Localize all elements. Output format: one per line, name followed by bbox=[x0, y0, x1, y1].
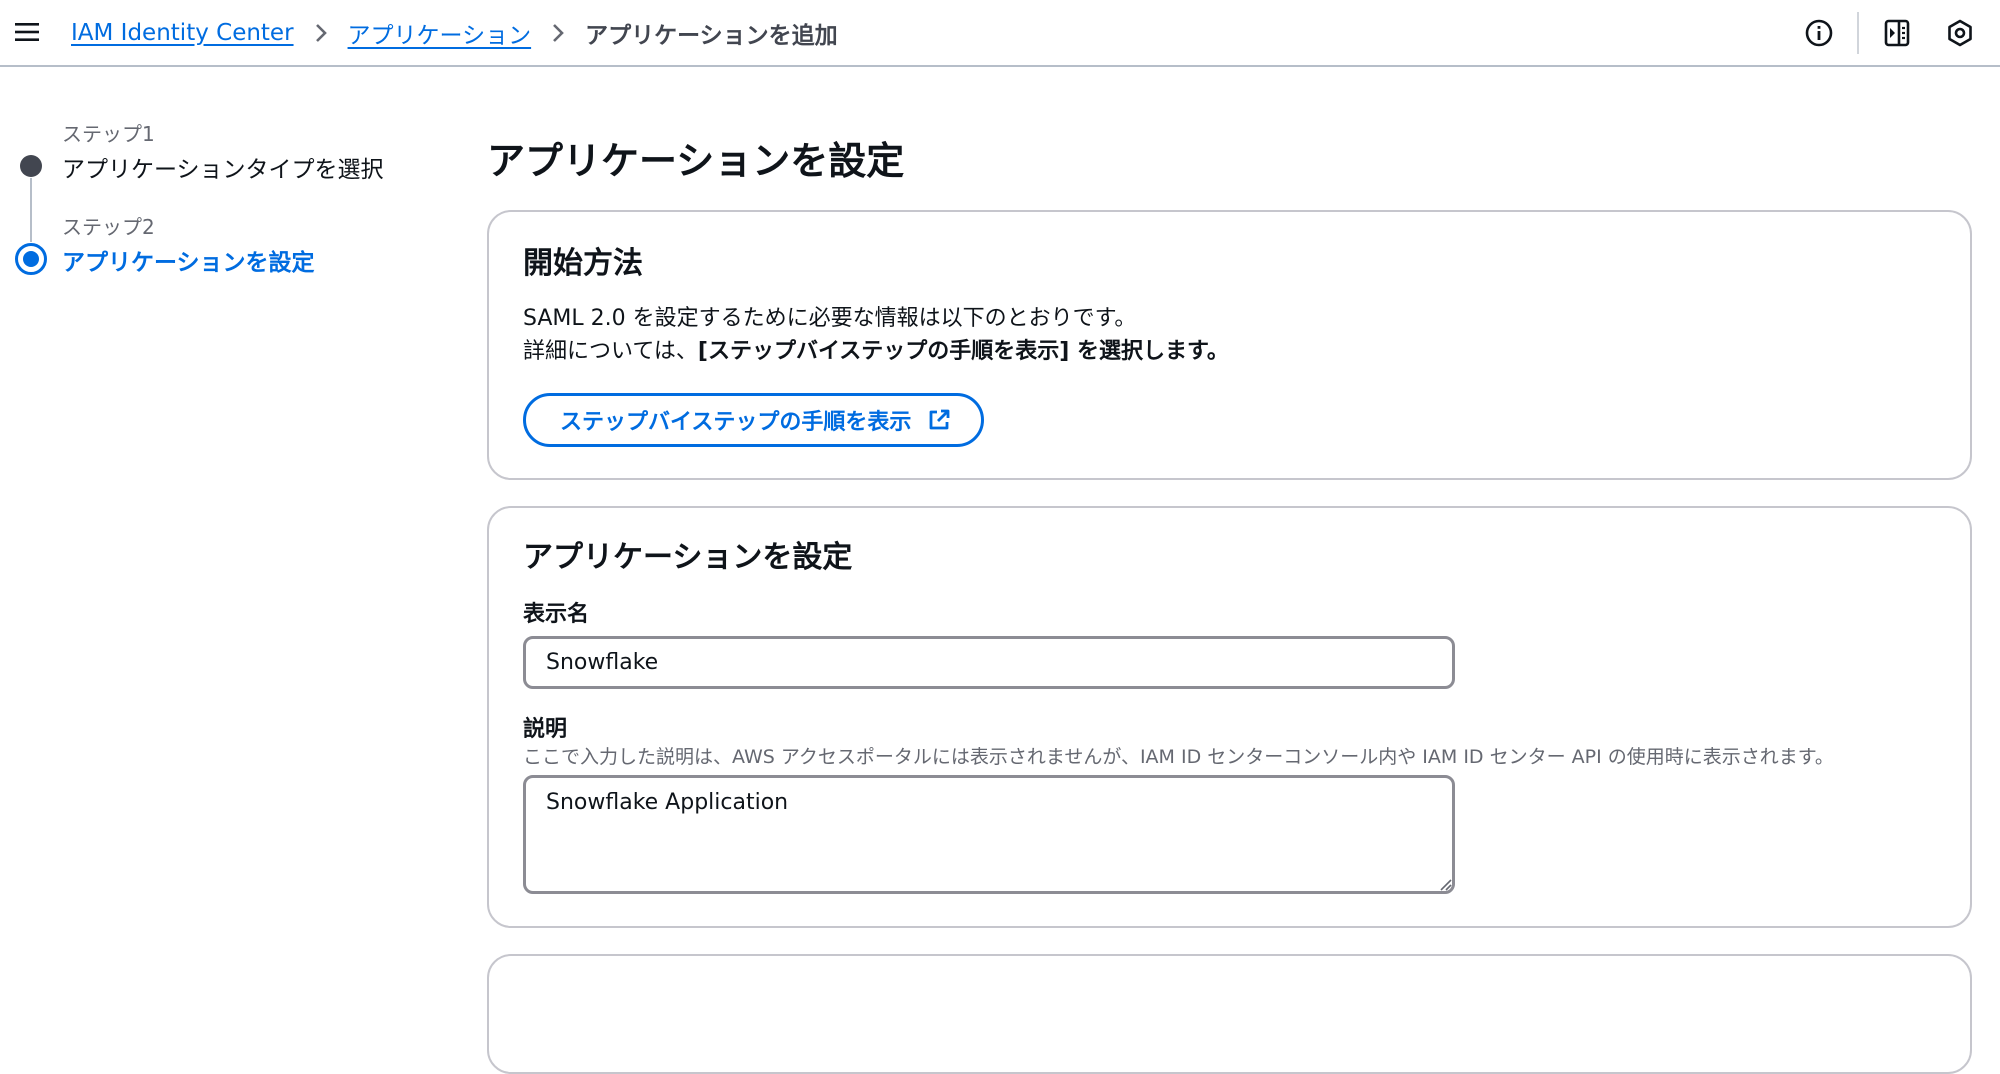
breadcrumb-add-application: アプリケーションを追加 bbox=[585, 22, 838, 49]
chevron-right-icon bbox=[315, 23, 327, 42]
display-name-input[interactable] bbox=[523, 636, 1455, 689]
external-link-icon bbox=[929, 409, 950, 430]
configure-application-title: アプリケーションを設定 bbox=[523, 540, 853, 575]
hamburger-menu-icon[interactable] bbox=[14, 19, 40, 45]
description-label: 説明 bbox=[523, 717, 568, 742]
getting-started-line-2: 詳細については、[ステップバイステップの手順を表示] を選択します。 bbox=[523, 333, 1229, 365]
notifications-panel-icon[interactable] bbox=[1882, 18, 1912, 48]
getting-started-title: 開始方法 bbox=[523, 246, 643, 281]
step-1-completed-indicator bbox=[20, 155, 42, 177]
breadcrumb-applications[interactable]: アプリケーション bbox=[348, 16, 532, 50]
toolbar-divider bbox=[1857, 12, 1859, 54]
step-connector-line bbox=[30, 178, 32, 242]
step-2-title: アプリケーションを設定 bbox=[62, 250, 315, 276]
view-step-by-step-button[interactable]: ステップバイステップの手順を表示 bbox=[523, 393, 985, 447]
description-textarea[interactable]: Snowflake Application bbox=[523, 775, 1455, 894]
chevron-right-icon bbox=[553, 23, 564, 42]
step-2-active-indicator bbox=[15, 243, 47, 275]
page-title: アプリケーションを設定 bbox=[487, 139, 905, 183]
resize-handle-icon[interactable] bbox=[1438, 877, 1452, 891]
getting-started-line-2-prefix: 詳細については、 bbox=[523, 339, 698, 364]
breadcrumb-iam-identity-center[interactable]: IAM Identity Center bbox=[71, 20, 294, 46]
view-step-by-step-label: ステップバイステップの手順を表示 bbox=[560, 410, 912, 435]
getting-started-line-2-bold: [ステップバイステップの手順を表示] を選択します。 bbox=[697, 339, 1229, 364]
getting-started-line-1: SAML 2.0 を設定するために必要な情報は以下のとおりです。 bbox=[523, 306, 1137, 331]
configure-application-card: アプリケーションを設定 表示名 説明 ここで入力した説明は、AWS アクセスポー… bbox=[487, 506, 1972, 928]
step-1-title[interactable]: アプリケーションタイプを選択 bbox=[62, 150, 384, 184]
settings-hexagon-icon[interactable] bbox=[1945, 18, 1975, 48]
step-1-caption: ステップ1 bbox=[62, 122, 155, 146]
getting-started-card: 開始方法 SAML 2.0 を設定するために必要な情報は以下のとおりです。 詳細… bbox=[487, 210, 1972, 480]
step-2-caption: ステップ2 bbox=[62, 215, 155, 239]
next-section-card bbox=[487, 954, 1972, 1074]
display-name-label: 表示名 bbox=[523, 602, 590, 627]
info-icon[interactable] bbox=[1804, 18, 1834, 48]
breadcrumb: IAM Identity Center アプリケーション アプリケーションを追加 bbox=[71, 0, 838, 65]
description-hint: ここで入力した説明は、AWS アクセスポータルには表示されませんが、IAM ID… bbox=[523, 746, 1834, 768]
top-navigation-bar: IAM Identity Center アプリケーション アプリケーションを追加 bbox=[0, 0, 2000, 67]
